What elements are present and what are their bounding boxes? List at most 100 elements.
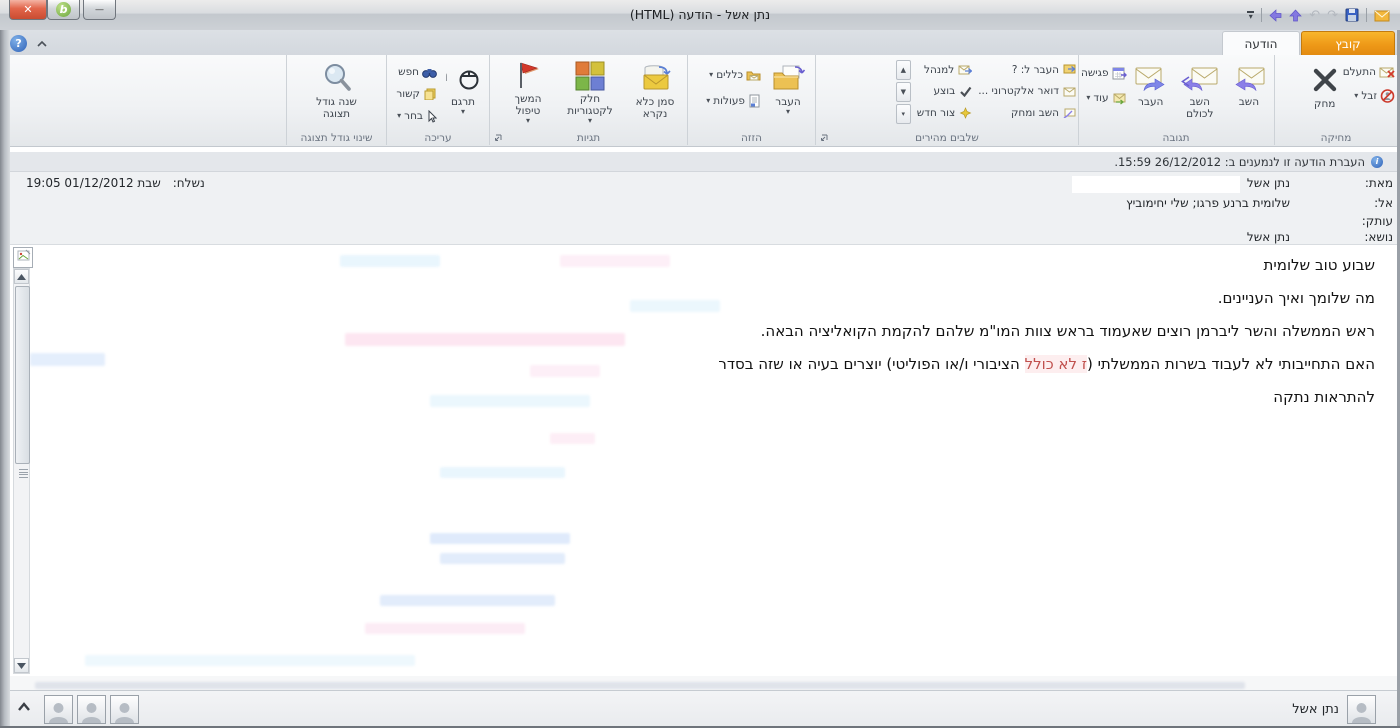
quick-step-reply-delete[interactable]: השב ומחק xyxy=(978,103,1076,122)
body-line: מה שלומך ואיך העניינים. xyxy=(50,288,1375,308)
junk-label: זבל xyxy=(1361,90,1377,102)
translate-icon: a xyxy=(446,63,480,93)
sent-row: נשלח: שבת 01/12/2012‏ 19:05 xyxy=(26,176,205,190)
avatar[interactable] xyxy=(110,695,139,724)
outlook-message-window: נתן אשל - הודעה (HTML) ✕ b — ↷ ↶ ▾ קובץ … xyxy=(0,0,1400,728)
avatar[interactable] xyxy=(44,695,73,724)
meeting-button[interactable]: פגישה xyxy=(1081,64,1127,82)
select-label: בחר xyxy=(404,110,423,122)
translate-button[interactable]: a תרגם ▾ xyxy=(439,58,487,126)
reply-icon xyxy=(1232,65,1266,91)
forward-icon xyxy=(1134,65,1168,91)
delete-label: מחק xyxy=(1314,98,1335,110)
dropdown-arrow-icon: ▾ xyxy=(786,108,790,116)
quick-step-team-email-label: דואר אלקטרוני ... xyxy=(978,85,1059,97)
customize-qat-icon[interactable]: ▾ xyxy=(1247,11,1254,19)
quick-steps-gallery-arrows: ▲ ▼ ▾ xyxy=(896,60,911,124)
select-button[interactable]: בחר ▾ xyxy=(396,107,437,125)
ghost-artifact xyxy=(380,595,555,606)
quick-step-done-icon xyxy=(959,86,972,97)
move-button[interactable]: העבר ▾ xyxy=(763,58,813,126)
expand-people-pane-icon[interactable] xyxy=(16,701,32,713)
previous-item-icon[interactable] xyxy=(1269,9,1282,22)
find-button[interactable]: חפש xyxy=(396,63,437,81)
scroll-up-button[interactable] xyxy=(14,269,29,284)
gallery-down-icon[interactable]: ▼ xyxy=(896,82,911,102)
to-label: אל: xyxy=(1338,196,1393,210)
vertical-scrollbar[interactable] xyxy=(13,268,30,674)
qat-separator xyxy=(1366,8,1367,22)
actions-button[interactable]: פעולות ▾ xyxy=(706,92,761,110)
window-frame-left xyxy=(0,30,10,728)
title-bar: נתן אשל - הודעה (HTML) xyxy=(0,0,1400,31)
mark-unread-icon xyxy=(637,64,673,92)
quick-step-create-new-icon xyxy=(959,107,972,119)
actions-label: פעולות xyxy=(713,95,745,107)
ghost-artifact xyxy=(35,682,1245,689)
ignore-button[interactable]: התעלם xyxy=(1343,63,1395,81)
reply-all-label: השב לכולם xyxy=(1177,96,1223,120)
avatar[interactable] xyxy=(77,695,106,724)
more-respond-label: עוד xyxy=(1093,92,1108,104)
help-button[interactable]: ? xyxy=(10,35,27,52)
junk-button[interactable]: זבל ▾ xyxy=(1343,87,1395,105)
undo-icon[interactable]: ↶ xyxy=(1309,9,1320,22)
related-button[interactable]: קשור xyxy=(396,85,437,103)
ignore-label: התעלם xyxy=(1343,66,1376,78)
gallery-up-icon[interactable]: ▲ xyxy=(896,60,911,80)
close-button[interactable]: ✕ xyxy=(9,0,47,20)
meeting-icon xyxy=(1112,66,1127,80)
sender-name[interactable]: נתן אשל xyxy=(1292,702,1339,717)
quick-step-to-manager[interactable]: למנהל xyxy=(917,60,972,79)
reading-pane: שבוע טוב שלומית מה שלומך ואיך העניינים. … xyxy=(10,244,1397,677)
scroll-down-button[interactable] xyxy=(14,658,29,673)
save-icon[interactable] xyxy=(1345,8,1359,22)
dropdown-arrow-icon: ▾ xyxy=(709,71,713,79)
redo-icon[interactable]: ↷ xyxy=(1327,9,1338,22)
quick-step-forward-to[interactable]: העבר ל: ? xyxy=(978,60,1076,79)
quick-step-team-email[interactable]: דואר אלקטרוני ... xyxy=(978,82,1076,101)
quick-step-done[interactable]: בוצע xyxy=(917,82,972,101)
sender-avatar[interactable] xyxy=(1347,695,1376,724)
minimize-ribbon-icon[interactable] xyxy=(36,40,48,48)
ribbon-group-respond: השב השב לכולם העבר פגישה xyxy=(1078,55,1273,145)
restore-button[interactable]: b xyxy=(47,0,80,20)
quick-step-create-new[interactable]: צור חדש xyxy=(917,103,972,122)
ghost-artifact xyxy=(365,623,525,634)
scrollbar-thumb[interactable] xyxy=(15,286,30,464)
group-label-respond: תגובה xyxy=(1079,132,1273,144)
rules-icon xyxy=(746,69,761,81)
mail-window-icon xyxy=(1374,9,1390,22)
quick-step-done-label: בוצע xyxy=(933,85,955,97)
group-label-quick-steps: שלבים מהירים xyxy=(816,132,1078,144)
from-value[interactable]: נתן אשל xyxy=(1247,176,1290,190)
forward-button[interactable]: העבר xyxy=(1129,58,1173,126)
junk-icon xyxy=(1380,89,1395,103)
categorize-button[interactable]: חלק לקטגוריות ▾ xyxy=(557,58,623,126)
gallery-more-icon[interactable]: ▾ xyxy=(896,104,911,124)
sent-label: נשלח: xyxy=(173,176,205,190)
rules-button[interactable]: כללים ▾ xyxy=(706,66,761,84)
categorize-label: חלק לקטגוריות xyxy=(559,93,621,117)
reply-label: השב xyxy=(1239,96,1259,108)
zoom-button[interactable]: שנה גודל תצוגה xyxy=(304,58,370,126)
minimize-button[interactable]: — xyxy=(83,0,116,20)
group-label-move: הזזה xyxy=(688,132,815,144)
related-label: קשור xyxy=(396,88,420,100)
follow-up-button[interactable]: המשך טיפול ▾ xyxy=(501,58,555,126)
more-respond-button[interactable]: עוד ▾ xyxy=(1081,89,1127,107)
ghost-artifact xyxy=(440,553,565,564)
categorize-icon xyxy=(575,61,605,91)
mark-unread-button[interactable]: סמן כלא נקרא xyxy=(625,58,685,126)
to-value[interactable]: שלומית ברנע פרגו; שלי יחימוביץ xyxy=(1126,196,1290,210)
next-item-icon[interactable] xyxy=(1289,9,1302,22)
ribbon-group-delete: התעלם זבל ▾ מחק מחיקה xyxy=(1274,55,1397,145)
tab-message[interactable]: הודעה xyxy=(1222,31,1300,56)
delete-button[interactable]: מחק xyxy=(1309,60,1341,128)
reply-button[interactable]: השב xyxy=(1227,58,1271,126)
quick-step-reply-delete-label: השב ומחק xyxy=(1011,107,1059,119)
reply-all-button[interactable]: השב לכולם xyxy=(1175,58,1225,126)
svg-text:a: a xyxy=(446,66,448,86)
pane-splitter[interactable] xyxy=(10,676,1397,690)
tab-file[interactable]: קובץ xyxy=(1301,31,1395,56)
